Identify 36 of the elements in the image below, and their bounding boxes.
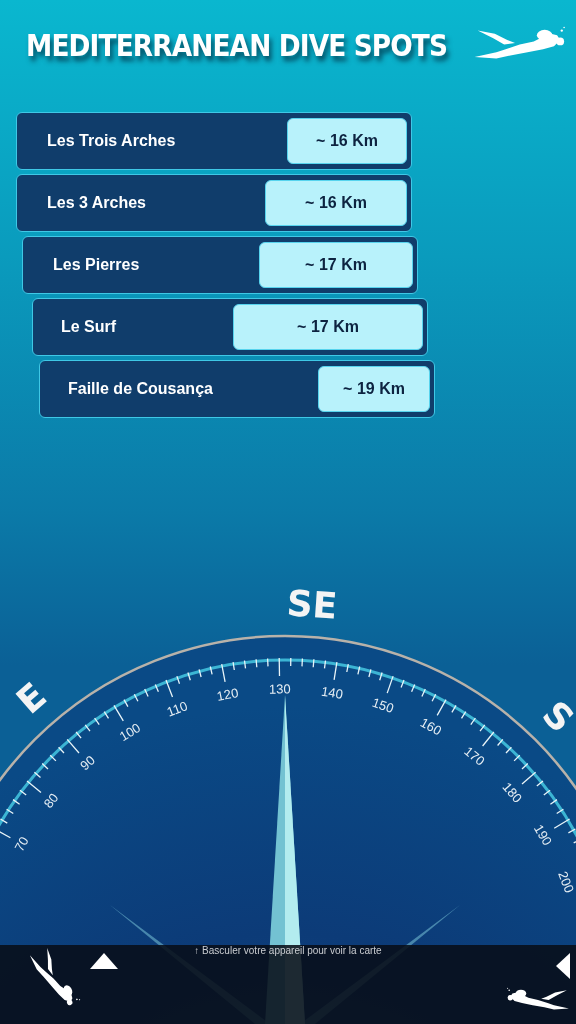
degree-label: 180: [499, 779, 525, 806]
direction-label: SE: [285, 582, 339, 627]
degree-label: 80: [40, 790, 62, 811]
distance-badge: ~ 16 Km: [265, 180, 407, 226]
spot-name: Les 3 Arches: [47, 194, 146, 212]
distance-badge: ~ 17 Km: [233, 304, 423, 350]
dive-spot-row[interactable]: Le Surf ~ 17 Km: [32, 298, 428, 356]
degree-label: 200: [555, 869, 576, 895]
app-title: MEDITERRANEAN DIVE SPOTS: [26, 27, 448, 63]
dive-spot-row[interactable]: Les Pierres ~ 17 Km: [22, 236, 418, 294]
direction-label: E: [8, 674, 55, 722]
degree-label: 70: [11, 834, 32, 854]
hint-text: ↑ Basculer votre appareil pour voir la carte: [193, 945, 383, 956]
degree-label: 140: [320, 683, 344, 702]
distance-badge: ~ 19 Km: [318, 366, 430, 412]
left-triangle-icon[interactable]: [556, 953, 570, 979]
spot-name: Les Trois Arches: [47, 132, 176, 150]
distance-badge: ~ 16 Km: [287, 118, 407, 164]
degree-label: 100: [116, 719, 144, 744]
dive-spot-row[interactable]: Faille de Cousança ~ 19 Km: [39, 360, 435, 418]
degree-label: 110: [164, 698, 190, 720]
dive-spot-row[interactable]: Les Trois Arches ~ 16 Km: [16, 112, 412, 170]
distance-badge: ~ 17 Km: [259, 242, 413, 288]
degree-label: 130: [268, 681, 291, 697]
degree-label: 170: [461, 743, 488, 769]
spot-name: Les Pierres: [53, 256, 140, 274]
degree-label: 150: [370, 694, 396, 716]
direction-label: S: [534, 693, 576, 741]
up-triangle-icon[interactable]: [90, 953, 118, 969]
dive-spot-row[interactable]: Les 3 Arches ~ 16 Km: [16, 174, 412, 232]
spot-name: Le Surf: [61, 318, 117, 336]
degree-label: 90: [77, 752, 98, 774]
degree-label: 120: [215, 685, 240, 704]
degree-label: 160: [417, 714, 445, 739]
spot-name: Faille de Cousança: [68, 380, 213, 398]
degree-label: 190: [531, 821, 556, 849]
